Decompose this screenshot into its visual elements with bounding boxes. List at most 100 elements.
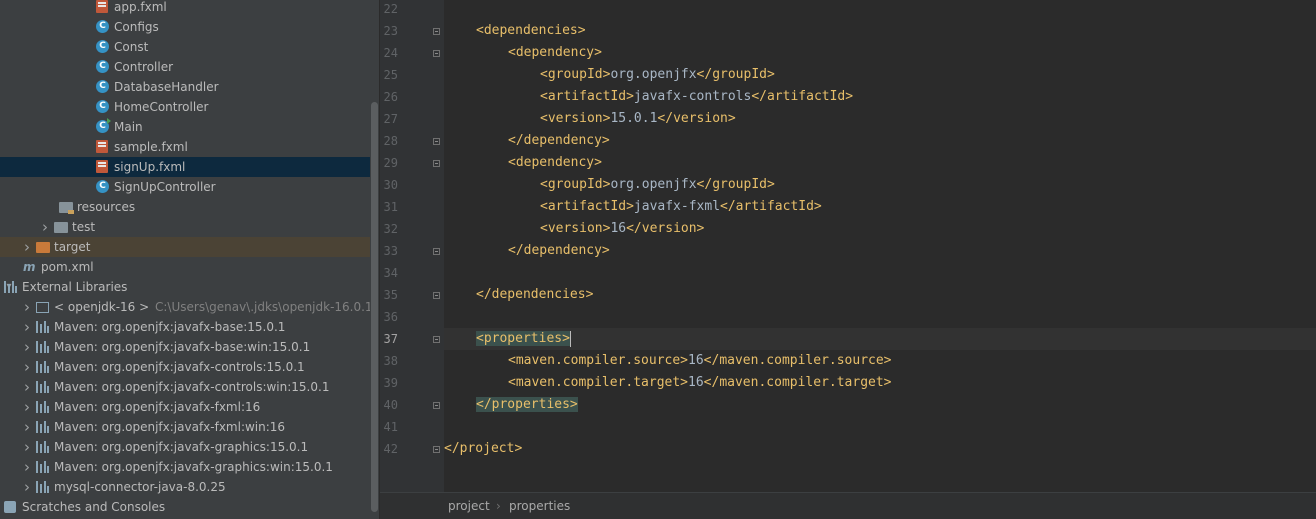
- tree-item-label: < openjdk-16 >: [54, 300, 150, 314]
- tree-item[interactable]: C Configs: [0, 17, 370, 37]
- chevron-right-icon[interactable]: ›: [21, 339, 33, 355]
- chevron-right-icon[interactable]: ›: [21, 359, 33, 375]
- code-line[interactable]: <groupId>org.openjfx</groupId>: [444, 64, 1316, 86]
- code-line[interactable]: </project>: [444, 438, 1316, 460]
- fold-marker-icon[interactable]: [433, 28, 440, 35]
- tree-item[interactable]: › Maven: org.openjfx:javafx-controls:win:…: [0, 377, 370, 397]
- code-line[interactable]: [444, 306, 1316, 328]
- chevron-right-icon[interactable]: ›: [21, 319, 33, 335]
- line-number[interactable]: 32: [380, 218, 398, 240]
- chevron-right-icon[interactable]: ›: [39, 219, 51, 235]
- tree-item[interactable]: m pom.xml: [0, 257, 370, 277]
- line-number[interactable]: 36: [380, 306, 398, 328]
- line-number[interactable]: 30: [380, 174, 398, 196]
- chevron-right-icon[interactable]: ›: [21, 459, 33, 475]
- fold-marker-icon[interactable]: [433, 160, 440, 167]
- code-line[interactable]: <dependencies>: [444, 20, 1316, 42]
- tree-item[interactable]: signUp.fxml: [0, 157, 370, 177]
- scrollbar-thumb[interactable]: [371, 102, 378, 512]
- line-number[interactable]: 40: [380, 394, 398, 416]
- code-line[interactable]: <maven.compiler.target>16</maven.compile…: [444, 372, 1316, 394]
- code-line[interactable]: [444, 0, 1316, 20]
- tree-item[interactable]: C DatabaseHandler: [0, 77, 370, 97]
- line-number[interactable]: 23: [380, 20, 398, 42]
- code-line[interactable]: <version>15.0.1</version>: [444, 108, 1316, 130]
- line-number[interactable]: 26: [380, 86, 398, 108]
- tree-item[interactable]: C SignUpController: [0, 177, 370, 197]
- code-line[interactable]: </dependencies>: [444, 284, 1316, 306]
- line-number[interactable]: 27: [380, 108, 398, 130]
- xml-tag: </maven.compiler.target>: [703, 375, 892, 390]
- fold-marker-icon[interactable]: [433, 402, 440, 409]
- line-number[interactable]: 22: [380, 0, 398, 20]
- chevron-right-icon[interactable]: ›: [21, 439, 33, 455]
- line-number[interactable]: 35: [380, 284, 398, 306]
- tree-item-label: Main: [114, 120, 143, 134]
- line-number[interactable]: 24: [380, 42, 398, 64]
- tree-item[interactable]: Scratches and Consoles: [0, 497, 370, 517]
- code-line[interactable]: <dependency>: [444, 152, 1316, 174]
- tree-item[interactable]: C Controller: [0, 57, 370, 77]
- line-number[interactable]: 28: [380, 130, 398, 152]
- tree-item[interactable]: › target: [0, 237, 370, 257]
- line-number[interactable]: 42: [380, 438, 398, 460]
- tree-item[interactable]: sample.fxml: [0, 137, 370, 157]
- tree-item[interactable]: › test: [0, 217, 370, 237]
- breadcrumb-item-properties[interactable]: properties: [509, 499, 570, 513]
- line-number[interactable]: 31: [380, 196, 398, 218]
- tree-item[interactable]: › Maven: org.openjfx:javafx-controls:15.0…: [0, 357, 370, 377]
- fold-marker-icon[interactable]: [433, 446, 440, 453]
- fold-marker-icon[interactable]: [433, 50, 440, 57]
- fold-marker-icon[interactable]: [433, 292, 440, 299]
- code-line[interactable]: <version>16</version>: [444, 218, 1316, 240]
- code-line[interactable]: [444, 262, 1316, 284]
- fold-marker-icon[interactable]: [433, 138, 440, 145]
- project-tree[interactable]: app.fxml C Configs C Const C Controller C Databa…: [0, 0, 370, 519]
- code-line[interactable]: [444, 416, 1316, 438]
- editor-gutter[interactable]: 22 23 24 25 26 27 28 29 30 31 32 33 34 35 36 37 38 39 40 41…: [380, 0, 463, 519]
- code-line[interactable]: <groupId>org.openjfx</groupId>: [444, 174, 1316, 196]
- tree-item[interactable]: › Maven: org.openjfx:javafx-graphics:15.0…: [0, 437, 370, 457]
- chevron-right-icon[interactable]: ›: [21, 479, 33, 495]
- project-tree-scrollbar[interactable]: [370, 0, 380, 519]
- code-line[interactable]: <properties>: [444, 328, 1316, 350]
- chevron-right-icon[interactable]: ›: [21, 299, 33, 315]
- code-line[interactable]: <dependency>: [444, 42, 1316, 64]
- tree-item[interactable]: C HomeController: [0, 97, 370, 117]
- fold-marker-icon[interactable]: [433, 248, 440, 255]
- line-number[interactable]: 33: [380, 240, 398, 262]
- code-line[interactable]: </dependency>: [444, 240, 1316, 262]
- tree-item[interactable]: › < openjdk-16 > C:\Users\genav\.jdks\open…: [0, 297, 370, 317]
- code-line[interactable]: </dependency>: [444, 130, 1316, 152]
- code-line[interactable]: <artifactId>javafx-fxml</artifactId>: [444, 196, 1316, 218]
- line-number[interactable]: 29: [380, 152, 398, 174]
- line-number[interactable]: 38: [380, 350, 398, 372]
- xml-tag: </maven.compiler.source>: [703, 353, 892, 368]
- tree-item[interactable]: › Maven: org.openjfx:javafx-base:win:15.0…: [0, 337, 370, 357]
- chevron-right-icon[interactable]: ›: [21, 419, 33, 435]
- tree-item[interactable]: C Const: [0, 37, 370, 57]
- tree-item[interactable]: app.fxml: [0, 0, 370, 17]
- code-line[interactable]: </properties>: [444, 394, 1316, 416]
- tree-item[interactable]: › Maven: org.openjfx:javafx-fxml:16: [0, 397, 370, 417]
- breadcrumb-item-project[interactable]: project: [448, 499, 490, 513]
- chevron-right-icon[interactable]: ›: [21, 239, 33, 255]
- tree-item[interactable]: › Maven: org.openjfx:javafx-base:15.0.1: [0, 317, 370, 337]
- tree-item[interactable]: resources: [0, 197, 370, 217]
- chevron-right-icon[interactable]: ›: [21, 379, 33, 395]
- fold-marker-icon[interactable]: [433, 336, 440, 343]
- tree-item[interactable]: › Maven: org.openjfx:javafx-fxml:win:16: [0, 417, 370, 437]
- tree-item[interactable]: › Maven: org.openjfx:javafx-graphics:win:…: [0, 457, 370, 477]
- tree-item[interactable]: ▾External Libraries: [0, 277, 370, 297]
- tree-item[interactable]: C Main: [0, 117, 370, 137]
- code-editor[interactable]: <dependencies> <dependency> <groupId>org.o…: [444, 0, 1316, 492]
- line-number[interactable]: 37: [380, 328, 398, 350]
- code-line[interactable]: <maven.compiler.source>16</maven.compile…: [444, 350, 1316, 372]
- line-number[interactable]: 39: [380, 372, 398, 394]
- line-number[interactable]: 25: [380, 64, 398, 86]
- chevron-right-icon[interactable]: ›: [21, 399, 33, 415]
- line-number[interactable]: 34: [380, 262, 398, 284]
- line-number[interactable]: 41: [380, 416, 398, 438]
- code-line[interactable]: <artifactId>javafx-controls</artifactId>: [444, 86, 1316, 108]
- tree-item[interactable]: › mysql-connector-java-8.0.25: [0, 477, 370, 497]
